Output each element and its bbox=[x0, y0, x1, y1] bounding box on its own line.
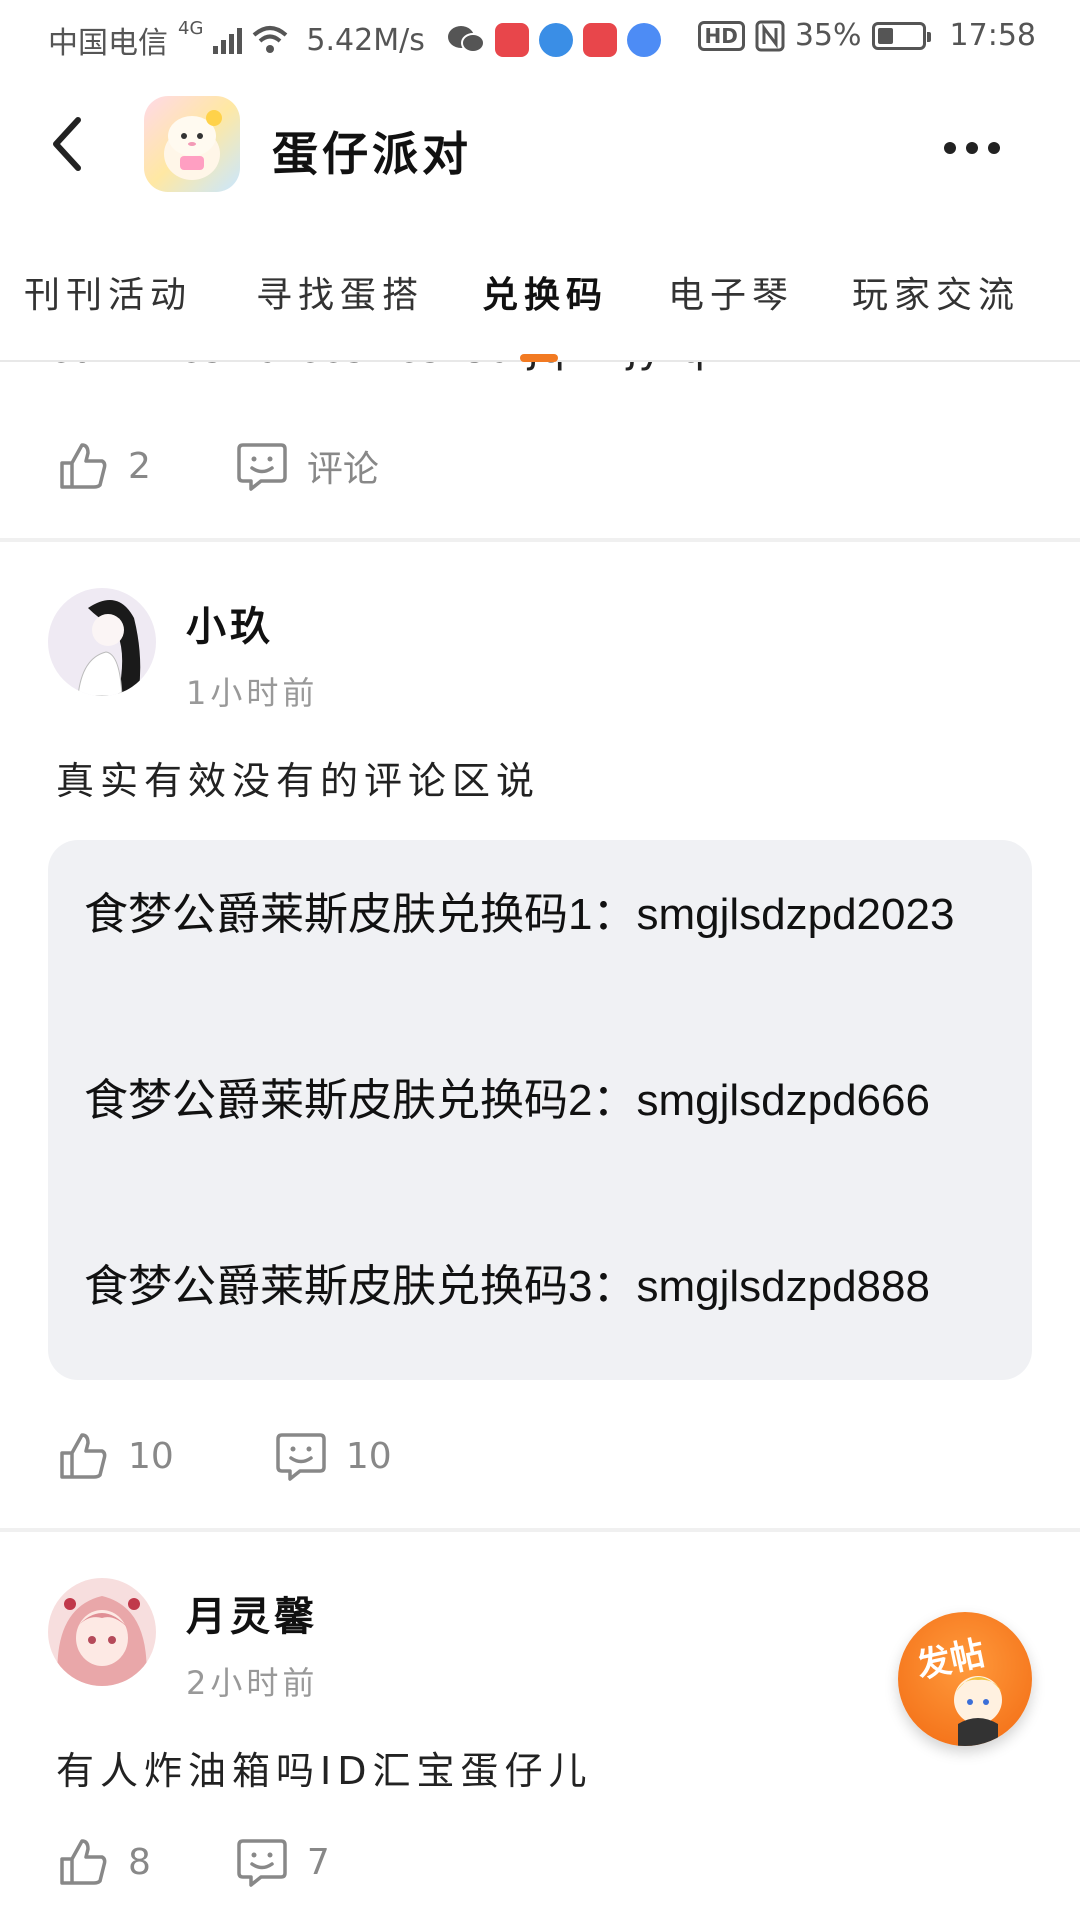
nfc-icon bbox=[755, 20, 785, 51]
redeem-code-line[interactable]: 食梦公爵莱斯皮肤兑换码3：smgjlsdzpd888 bbox=[84, 1250, 930, 1314]
post-text[interactable]: 有人炸油箱吗ID汇宝蛋仔儿 bbox=[56, 1740, 592, 1795]
battery-level bbox=[877, 27, 893, 44]
comment-icon bbox=[276, 1433, 326, 1481]
post-divider bbox=[0, 1528, 1080, 1532]
huawei-store-icon bbox=[494, 23, 529, 57]
comment-count: 10 bbox=[345, 1435, 392, 1477]
tab-find-partner[interactable]: 寻找蛋搭 bbox=[256, 266, 424, 318]
post-author[interactable]: 月灵馨 bbox=[186, 1584, 318, 1642]
post-text[interactable]: 真实有效没有的评论区说 bbox=[56, 750, 540, 805]
huawei-app-icon bbox=[582, 23, 617, 57]
active-tab-indicator bbox=[520, 354, 558, 362]
redeem-code-line[interactable]: 食梦公爵莱斯皮肤兑换码2：smgjlsdzpd666 bbox=[84, 1064, 930, 1128]
post-partial-text: cdkmtc346rcc37c3fe6fjq4wjytqxw bbox=[48, 362, 765, 372]
like-button[interactable]: 10 bbox=[56, 1429, 174, 1483]
app-logo[interactable] bbox=[144, 96, 240, 192]
post-time: 2小时前 bbox=[186, 1664, 319, 1702]
network-speed: 5.42M/s bbox=[306, 22, 425, 58]
post-actions: 10 10 bbox=[56, 1428, 476, 1484]
tab-player-chat[interactable]: 玩家交流 bbox=[852, 266, 1020, 318]
back-icon[interactable] bbox=[48, 114, 88, 174]
clock: 17:58 bbox=[949, 18, 1036, 53]
redeem-code-line[interactable]: 食梦公爵莱斯皮肤兑换码1：smgjlsdzpd2023 bbox=[84, 878, 954, 942]
comment-count: 7 bbox=[306, 1841, 330, 1883]
hd-badge: HD bbox=[697, 20, 745, 51]
wechat-icon bbox=[447, 26, 485, 53]
thumbs-up-icon bbox=[60, 1839, 107, 1885]
network-type-label: 4G bbox=[178, 18, 204, 39]
signal-icon bbox=[213, 26, 243, 54]
tab-piano[interactable]: 电子琴 bbox=[668, 266, 794, 318]
like-button[interactable]: 2 bbox=[56, 439, 151, 493]
mascot-icon bbox=[954, 1676, 1002, 1746]
music-icon bbox=[626, 23, 661, 57]
avatar[interactable] bbox=[48, 588, 156, 696]
avatar[interactable] bbox=[48, 1578, 156, 1686]
thumbs-up-icon bbox=[60, 1433, 107, 1479]
post-divider bbox=[0, 538, 1080, 542]
like-count: 2 bbox=[128, 445, 151, 487]
app-header: 蛋仔派对 bbox=[0, 74, 1080, 214]
like-count: 8 bbox=[128, 1841, 151, 1883]
comment-button[interactable]: 评论 bbox=[235, 439, 379, 493]
comment-label: 评论 bbox=[306, 449, 379, 490]
like-count: 10 bbox=[128, 1435, 174, 1477]
status-bar: 中国电信 4G 5.42M/s HD 35% 17:58 bbox=[0, 0, 1080, 74]
wifi-icon bbox=[253, 26, 288, 53]
carrier-label: 中国电信 bbox=[48, 26, 168, 61]
tab-redeem-codes[interactable]: 兑换码 bbox=[482, 266, 608, 318]
tab-activities[interactable]: 刊刊活动 bbox=[24, 266, 192, 318]
battery-icon bbox=[871, 21, 931, 50]
category-tabs: 刊刊活动 寻找蛋搭 兑换码 电子琴 玩家交流 bbox=[0, 214, 1080, 362]
comment-icon bbox=[237, 443, 287, 491]
thumbs-up-icon bbox=[60, 443, 107, 489]
more-options-icon[interactable] bbox=[944, 142, 1000, 154]
post-actions: 8 7 bbox=[56, 1834, 414, 1890]
comment-button[interactable]: 10 bbox=[274, 1429, 392, 1483]
post-author[interactable]: 小玖 bbox=[186, 594, 274, 652]
new-post-button[interactable]: 发帖 bbox=[898, 1612, 1032, 1746]
post-actions: 2 评论 bbox=[56, 438, 463, 494]
code-block[interactable]: 食梦公爵莱斯皮肤兑换码1：smgjlsdzpd2023 食梦公爵莱斯皮肤兑换码2… bbox=[48, 840, 1032, 1380]
comment-icon bbox=[237, 1839, 287, 1887]
app-title: 蛋仔派对 bbox=[272, 127, 472, 181]
battery-percent: 35% bbox=[794, 18, 862, 53]
browser-icon bbox=[538, 23, 573, 57]
comment-button[interactable]: 7 bbox=[235, 1835, 330, 1889]
post-time: 1小时前 bbox=[186, 674, 319, 712]
like-button[interactable]: 8 bbox=[56, 1835, 151, 1889]
